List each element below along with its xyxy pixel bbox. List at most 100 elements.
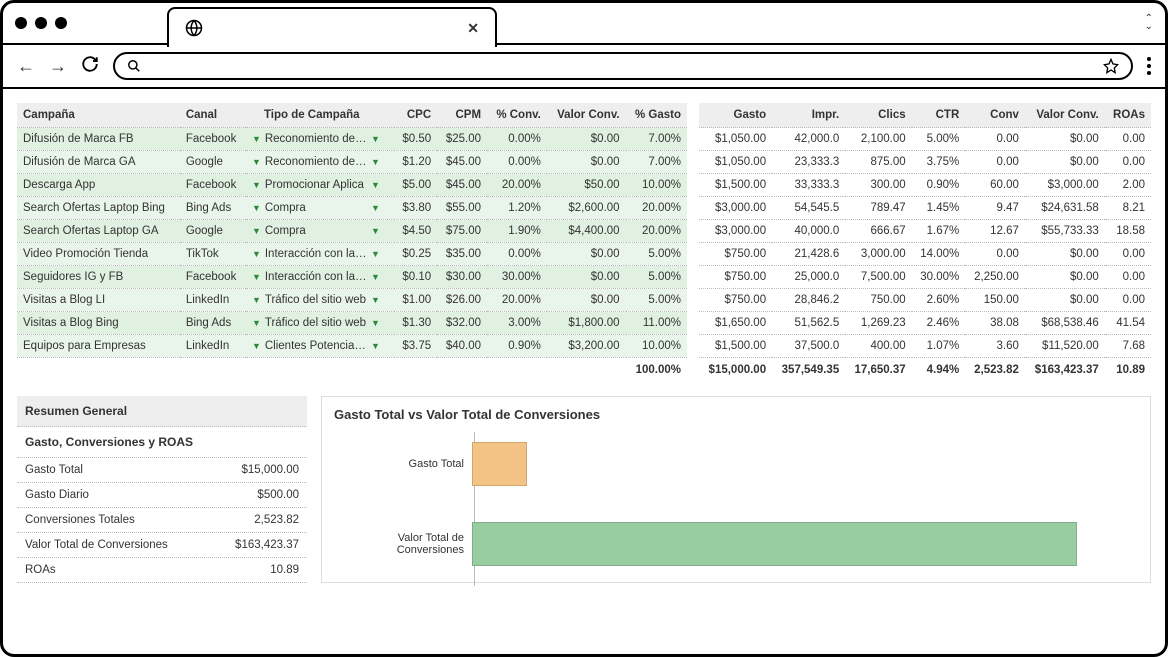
cell-tipo[interactable]: ▼Tráfico del sitio web▼ — [246, 289, 394, 312]
cell-pgasto[interactable]: 20.00% — [626, 197, 687, 220]
table-row[interactable]: Visitas a Blog BingBing Ads▼Tráfico del … — [17, 312, 687, 335]
cell-canal[interactable]: Facebook — [180, 266, 246, 289]
cell-campana[interactable]: Search Ofertas Laptop Bing — [17, 197, 180, 220]
caret-down-icon[interactable]: ▼ — [371, 180, 380, 190]
cell-pgasto[interactable]: 10.00% — [626, 335, 687, 358]
star-icon[interactable] — [1103, 58, 1119, 74]
cell-canal[interactable]: LinkedIn — [180, 289, 246, 312]
cell-campana[interactable]: Equipos para Empresas — [17, 335, 180, 358]
cell-canal[interactable]: Facebook — [180, 174, 246, 197]
table-row[interactable]: Equipos para EmpresasLinkedIn▼Clientes P… — [17, 335, 687, 358]
caret-down-icon[interactable]: ▼ — [252, 272, 261, 282]
cell-tipo[interactable]: ▼Reconomiento de M▼ — [246, 128, 394, 151]
caret-down-icon[interactable]: ▼ — [371, 295, 380, 305]
cell-cpc[interactable]: $3.80 — [394, 197, 437, 220]
cell-cpm[interactable]: $32.00 — [437, 312, 487, 335]
cell-campana[interactable]: Descarga App — [17, 174, 180, 197]
caret-down-icon[interactable]: ▼ — [371, 249, 380, 259]
cell-tipo[interactable]: ▼Interacción con la Pu▼ — [246, 266, 394, 289]
table-row[interactable]: Visitas a Blog LILinkedIn▼Tráfico del si… — [17, 289, 687, 312]
url-bar[interactable] — [113, 52, 1133, 80]
cell-pconv[interactable]: 1.20% — [487, 197, 547, 220]
table-row[interactable]: Video Promoción TiendaTikTok▼Interacción… — [17, 243, 687, 266]
window-close-icon[interactable] — [15, 17, 27, 29]
cell-canal[interactable]: Bing Ads — [180, 197, 246, 220]
cell-tipo[interactable]: ▼Clientes Potenciales▼ — [246, 335, 394, 358]
cell-canal[interactable]: Google — [180, 151, 246, 174]
cell-cpm[interactable]: $30.00 — [437, 266, 487, 289]
caret-down-icon[interactable]: ▼ — [252, 157, 261, 167]
caret-down-icon[interactable]: ▼ — [252, 180, 261, 190]
cell-vconv[interactable]: $0.00 — [547, 266, 626, 289]
cell-vconv[interactable]: $50.00 — [547, 174, 626, 197]
cell-cpm[interactable]: $25.00 — [437, 128, 487, 151]
cell-pconv[interactable]: 0.00% — [487, 243, 547, 266]
caret-down-icon[interactable]: ▼ — [252, 341, 261, 351]
caret-down-icon[interactable]: ▼ — [371, 134, 380, 144]
caret-down-icon[interactable]: ▼ — [252, 295, 261, 305]
cell-pgasto[interactable]: 7.00% — [626, 151, 687, 174]
forward-button[interactable]: → — [49, 56, 67, 77]
cell-cpc[interactable]: $0.50 — [394, 128, 437, 151]
cell-vconv[interactable]: $4,400.00 — [547, 220, 626, 243]
caret-down-icon[interactable]: ▼ — [371, 203, 380, 213]
window-maximize-icon[interactable] — [55, 17, 67, 29]
cell-tipo[interactable]: ▼Compra▼ — [246, 197, 394, 220]
cell-cpc[interactable]: $4.50 — [394, 220, 437, 243]
cell-cpc[interactable]: $1.00 — [394, 289, 437, 312]
chevron-down-icon[interactable]: ⌄ — [1145, 23, 1153, 31]
cell-pconv[interactable]: 0.90% — [487, 335, 547, 358]
caret-down-icon[interactable]: ▼ — [252, 249, 261, 259]
cell-cpm[interactable]: $40.00 — [437, 335, 487, 358]
cell-pgasto[interactable]: 5.00% — [626, 289, 687, 312]
caret-down-icon[interactable]: ▼ — [371, 157, 380, 167]
close-icon[interactable]: ✕ — [467, 20, 479, 37]
back-button[interactable]: ← — [17, 56, 35, 77]
browser-tab[interactable]: ✕ — [167, 7, 497, 47]
cell-cpm[interactable]: $45.00 — [437, 174, 487, 197]
cell-cpm[interactable]: $75.00 — [437, 220, 487, 243]
caret-down-icon[interactable]: ▼ — [252, 318, 261, 328]
window-controls[interactable] — [15, 17, 67, 29]
cell-campana[interactable]: Visitas a Blog Bing — [17, 312, 180, 335]
cell-campana[interactable]: Search Ofertas Laptop GA — [17, 220, 180, 243]
cell-canal[interactable]: TikTok — [180, 243, 246, 266]
table-row[interactable]: Difusión de Marca FBFacebook▼Reconomient… — [17, 128, 687, 151]
cell-cpc[interactable]: $0.10 — [394, 266, 437, 289]
cell-pconv[interactable]: 0.00% — [487, 151, 547, 174]
cell-cpm[interactable]: $55.00 — [437, 197, 487, 220]
caret-down-icon[interactable]: ▼ — [371, 226, 380, 236]
cell-vconv[interactable]: $0.00 — [547, 128, 626, 151]
cell-pgasto[interactable]: 7.00% — [626, 128, 687, 151]
cell-vconv[interactable]: $3,200.00 — [547, 335, 626, 358]
cell-pconv[interactable]: 0.00% — [487, 128, 547, 151]
cell-vconv[interactable]: $0.00 — [547, 151, 626, 174]
cell-pgasto[interactable]: 5.00% — [626, 266, 687, 289]
cell-vconv[interactable]: $0.00 — [547, 289, 626, 312]
cell-tipo[interactable]: ▼Promocionar Aplica▼ — [246, 174, 394, 197]
cell-cpc[interactable]: $1.30 — [394, 312, 437, 335]
caret-down-icon[interactable]: ▼ — [371, 272, 380, 282]
caret-down-icon[interactable]: ▼ — [252, 226, 261, 236]
cell-vconv[interactable]: $2,600.00 — [547, 197, 626, 220]
cell-cpc[interactable]: $0.25 — [394, 243, 437, 266]
caret-down-icon[interactable]: ▼ — [371, 341, 380, 351]
cell-pconv[interactable]: 1.90% — [487, 220, 547, 243]
cell-tipo[interactable]: ▼Tráfico del sitio web▼ — [246, 312, 394, 335]
cell-cpm[interactable]: $35.00 — [437, 243, 487, 266]
cell-campana[interactable]: Seguidores IG y FB — [17, 266, 180, 289]
cell-pgasto[interactable]: 20.00% — [626, 220, 687, 243]
cell-pconv[interactable]: 20.00% — [487, 289, 547, 312]
cell-cpc[interactable]: $1.20 — [394, 151, 437, 174]
tab-scroll-arrows[interactable]: ⌃ ⌄ — [1145, 15, 1153, 31]
caret-down-icon[interactable]: ▼ — [252, 203, 261, 213]
cell-canal[interactable]: Facebook — [180, 128, 246, 151]
cell-cpc[interactable]: $3.75 — [394, 335, 437, 358]
cell-pgasto[interactable]: 10.00% — [626, 174, 687, 197]
cell-cpc[interactable]: $5.00 — [394, 174, 437, 197]
cell-canal[interactable]: Google — [180, 220, 246, 243]
cell-vconv[interactable]: $1,800.00 — [547, 312, 626, 335]
table-row[interactable]: Search Ofertas Laptop GAGoogle▼Compra▼$4… — [17, 220, 687, 243]
table-row[interactable]: Search Ofertas Laptop BingBing Ads▼Compr… — [17, 197, 687, 220]
cell-campana[interactable]: Difusión de Marca GA — [17, 151, 180, 174]
